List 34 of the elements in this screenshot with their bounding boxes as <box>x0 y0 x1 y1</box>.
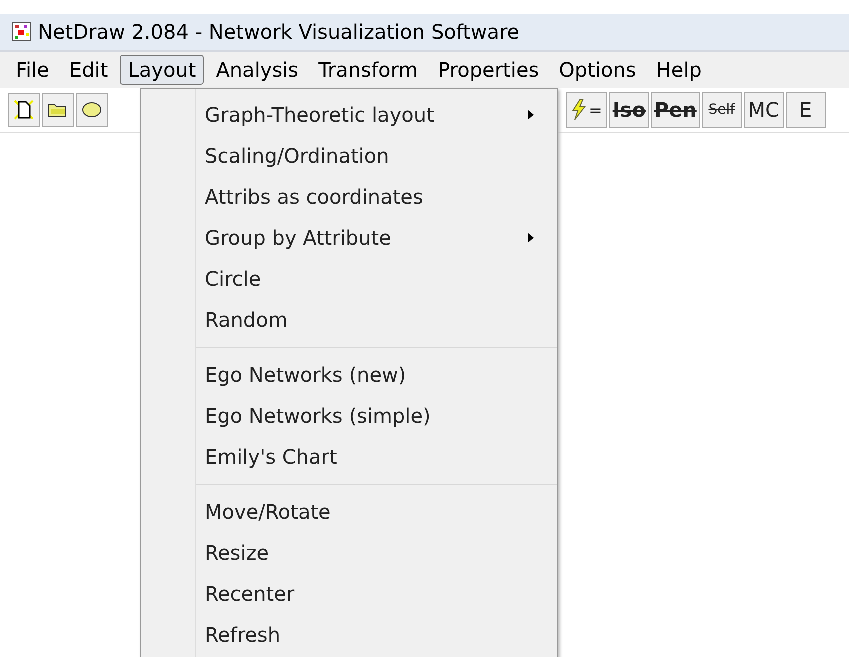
menu-item[interactable]: Edit <box>61 55 116 85</box>
menu-item[interactable]: File <box>8 55 58 85</box>
menu-option[interactable]: Group by Attribute <box>205 226 392 250</box>
menu-item[interactable]: Options <box>551 55 644 85</box>
menu-item[interactable]: Transform <box>310 55 426 85</box>
toolbar-button[interactable]: Self <box>702 92 742 128</box>
menu-item[interactable]: Properties <box>430 55 548 85</box>
menu-item[interactable]: Layout <box>120 55 204 85</box>
menu-option[interactable]: Scaling/Ordination <box>205 144 390 168</box>
toolbar-button[interactable]: Pen <box>651 92 700 128</box>
menu-option[interactable]: Resize <box>205 540 270 564</box>
lightning-icon <box>571 99 587 121</box>
menu-option[interactable]: Circle <box>205 266 262 290</box>
menu-option[interactable]: Move/Rotate <box>205 500 331 524</box>
menu-item[interactable]: Help <box>648 55 710 85</box>
menu-option[interactable]: Attribs as coordinates <box>205 184 424 208</box>
app-icon <box>12 22 32 42</box>
toolbar-button[interactable]: E <box>786 92 826 128</box>
open-folder-button[interactable] <box>42 93 74 127</box>
lightning-button[interactable]: = <box>566 92 608 128</box>
menu-option[interactable]: Random <box>205 308 288 332</box>
menu-option[interactable]: Ego Networks (simple) <box>205 404 431 428</box>
menu-item[interactable]: Analysis <box>208 55 307 85</box>
toolbar-button[interactable]: Iso <box>609 92 650 128</box>
new-file-button[interactable] <box>8 93 40 127</box>
document-icon <box>13 99 35 121</box>
menu-option[interactable]: Ego Networks (new) <box>205 362 406 386</box>
menu-option[interactable]: Emily's Chart <box>205 444 338 468</box>
window-title: NetDraw 2.084 - Network Visualization Software <box>38 20 520 44</box>
menu-option[interactable]: Graph-Theoretic layout <box>205 102 434 126</box>
save-button[interactable] <box>76 93 108 127</box>
menu-option[interactable]: Recenter <box>205 582 295 606</box>
toolbar-button[interactable]: MC <box>744 92 784 128</box>
menu-option[interactable]: Refresh <box>205 622 281 646</box>
